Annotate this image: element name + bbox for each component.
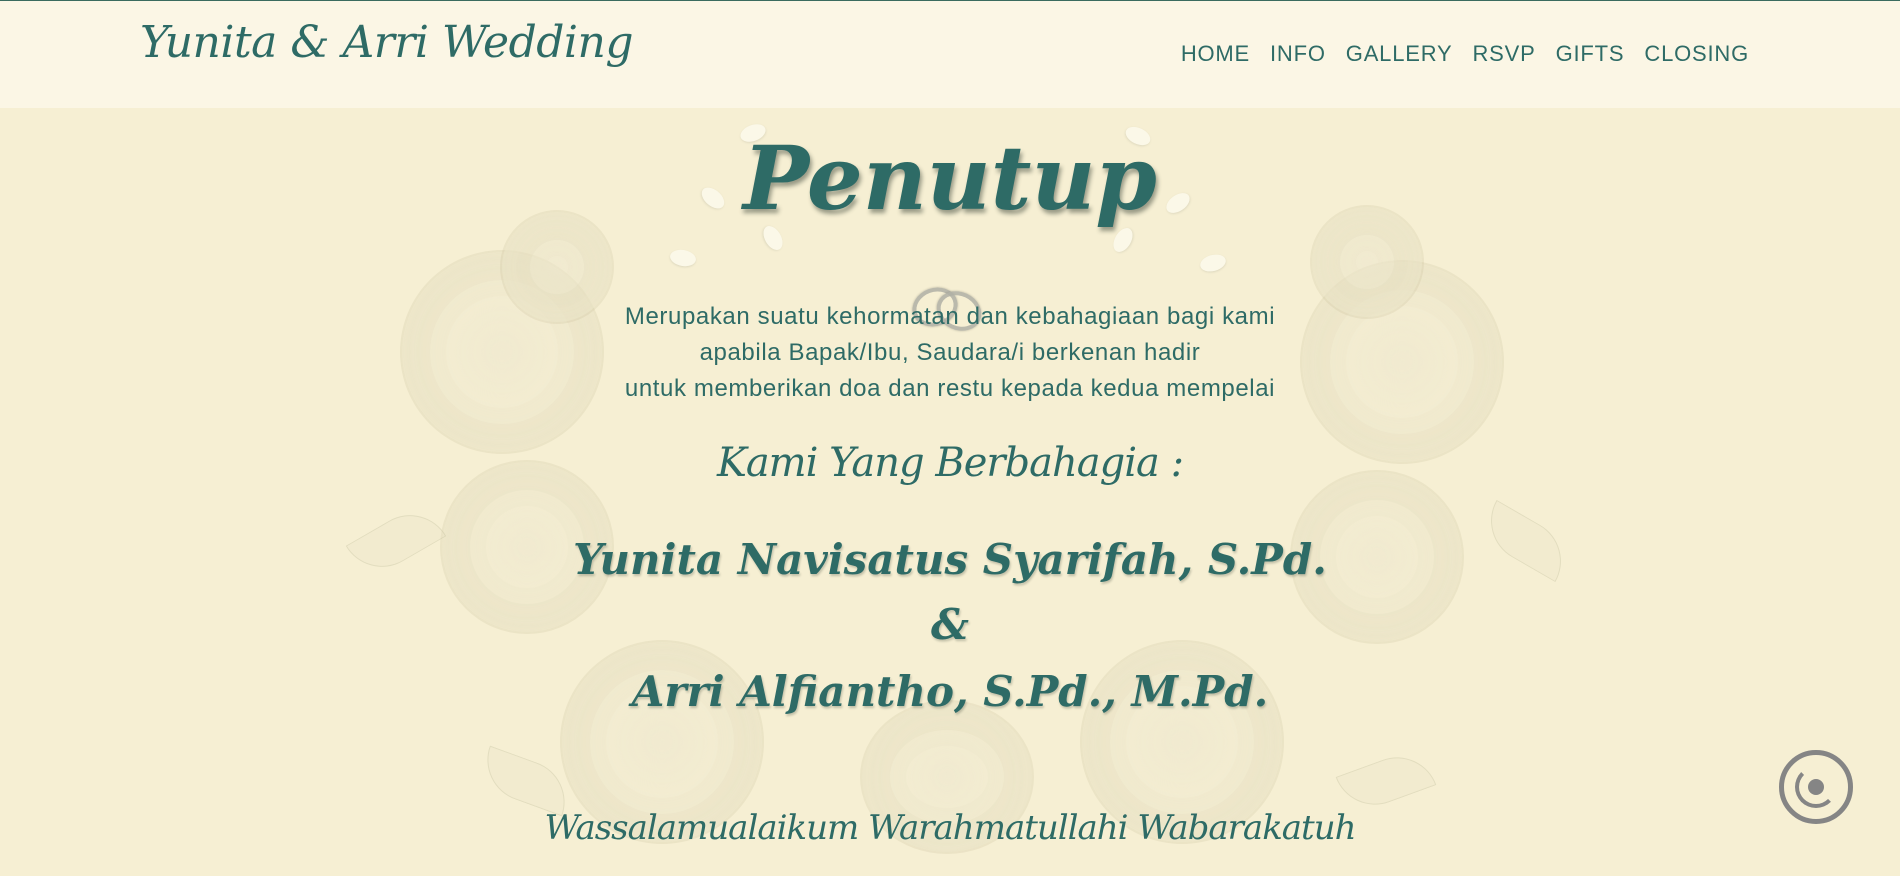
paragraph-line: Merupakan suatu kehormatan dan kebahagia… (624, 303, 1276, 330)
site-header: Yunita & Arri Wedding HOME INFO GALLERY … (0, 1, 1900, 108)
paragraph-line: untuk memberikan doa dan restu kepada ke… (624, 375, 1276, 402)
nav-item-info[interactable]: INFO (1270, 41, 1326, 67)
leaf-decoration (1335, 745, 1437, 817)
nav-item-gallery[interactable]: GALLERY (1346, 41, 1453, 67)
hosts-heading: Kami Yang Berbahagia : (716, 440, 1184, 486)
bride-name: Yunita Navisatus Syarifah, S.Pd. (573, 535, 1327, 584)
nav-item-rsvp[interactable]: RSVP (1472, 41, 1535, 67)
music-toggle-button[interactable] (1779, 750, 1853, 824)
page-title: Penutup (743, 126, 1157, 230)
ampersand: & (931, 600, 969, 649)
nav-item-closing[interactable]: CLOSING (1644, 41, 1749, 67)
nav-item-gifts[interactable]: GIFTS (1556, 41, 1625, 67)
paragraph-line: apabila Bapak/Ibu, Saudara/i berkenan ha… (699, 339, 1201, 366)
invitation-paragraph: Merupakan suatu kehormatan dan kebahagia… (0, 299, 1900, 407)
nav-item-home[interactable]: HOME (1181, 41, 1250, 67)
petal-decoration (668, 247, 698, 269)
brand-logo[interactable]: Yunita & Arri Wedding (140, 17, 634, 68)
petal-decoration (1198, 251, 1228, 275)
groom-name: Arri Alfiantho, S.Pd., M.Pd. (631, 667, 1269, 716)
main-nav: HOME INFO GALLERY RSVP GIFTS CLOSING (1181, 41, 1749, 67)
closing-greeting: Wassalamualaikum Warahmatullahi Wabaraka… (544, 808, 1356, 848)
disc-center-icon (1808, 779, 1824, 795)
